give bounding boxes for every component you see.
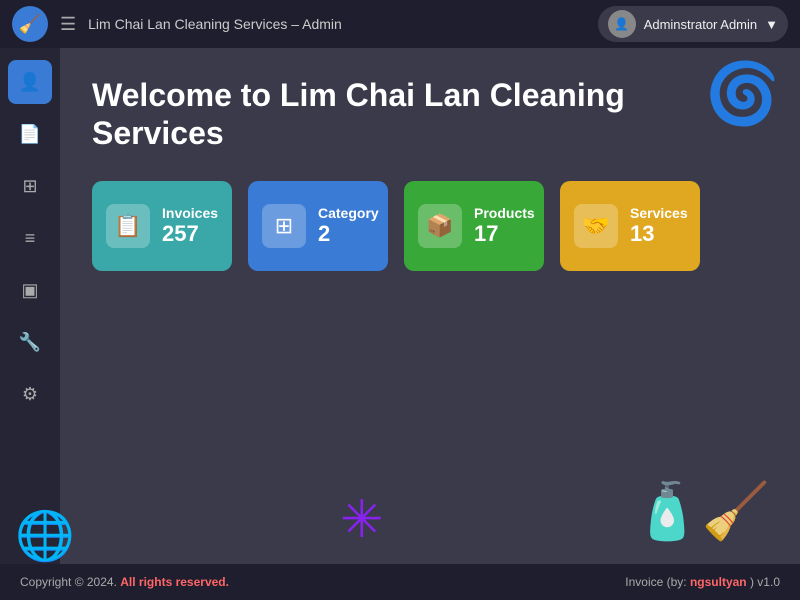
- invoices-label: Invoices: [162, 205, 218, 221]
- user-menu[interactable]: 👤 Adminstrator Admin ▼: [598, 6, 788, 42]
- main-content: 🌀 Welcome to Lim Chai Lan Cleaning Servi…: [60, 48, 800, 564]
- sidebar-item-share[interactable]: ⚙: [8, 372, 52, 416]
- hamburger-button[interactable]: ☰: [60, 14, 76, 35]
- stats-cards: 📋 Invoices 257 ⊞ Category 2 📦 Products 1…: [92, 181, 768, 271]
- sidebar-item-box[interactable]: ▣: [8, 268, 52, 312]
- dropdown-icon: ▼: [765, 17, 778, 32]
- avatar: 👤: [608, 10, 636, 38]
- services-count: 13: [630, 221, 688, 247]
- card-invoices[interactable]: 📋 Invoices 257: [92, 181, 232, 271]
- sidebar-item-grid[interactable]: ⊞: [8, 164, 52, 208]
- footer: Copyright © 2024. All rights reserved. I…: [0, 564, 800, 600]
- box-icon: ▣: [21, 280, 38, 301]
- grid-icon: ⊞: [22, 176, 37, 197]
- documents-icon: 📄: [19, 124, 41, 145]
- share-icon: ⚙: [22, 384, 38, 405]
- navbar: 🧹 ☰ Lim Chai Lan Cleaning Services – Adm…: [0, 0, 800, 48]
- footer-copyright: Copyright © 2024. All rights reserved.: [20, 575, 229, 589]
- card-services[interactable]: 🤝 Services 13: [560, 181, 700, 271]
- services-label: Services: [630, 205, 688, 221]
- sidebar: 👤 📄 ⊞ ≡ ▣ 🔧 ⚙: [0, 48, 60, 564]
- sidebar-item-dashboard[interactable]: 👤: [8, 60, 52, 104]
- sidebar-item-documents[interactable]: 📄: [8, 112, 52, 156]
- deco-spiral: 🌀: [705, 58, 780, 129]
- category-count: 2: [318, 221, 379, 247]
- main-layout: 👤 📄 ⊞ ≡ ▣ 🔧 ⚙ 🌀 Welcome to Lim Chai Lan …: [0, 48, 800, 564]
- card-products[interactable]: 📦 Products 17: [404, 181, 544, 271]
- products-icon: 📦: [418, 204, 462, 248]
- footer-copyright-static: Copyright © 2024.: [20, 575, 117, 589]
- services-icon: 🤝: [574, 204, 618, 248]
- products-label: Products: [474, 205, 535, 221]
- list-icon: ≡: [25, 228, 36, 249]
- invoices-icon: 📋: [106, 204, 150, 248]
- products-count: 17: [474, 221, 535, 247]
- navbar-title: Lim Chai Lan Cleaning Services – Admin: [88, 16, 586, 32]
- footer-author: ngsultyan: [690, 575, 747, 589]
- category-icon: ⊞: [262, 204, 306, 248]
- page-title: Welcome to Lim Chai Lan Cleaning Service…: [92, 76, 632, 153]
- footer-version: Invoice (by: ngsultyan ) v1.0: [625, 575, 780, 589]
- category-label: Category: [318, 205, 379, 221]
- dashboard-icon: 👤: [19, 72, 41, 93]
- deco-cleaning: 🧴🧹: [633, 479, 770, 544]
- footer-invoice-by: Invoice (by:: [625, 575, 690, 589]
- card-category[interactable]: ⊞ Category 2: [248, 181, 388, 271]
- footer-rights: All rights reserved.: [120, 575, 229, 589]
- sidebar-item-list[interactable]: ≡: [8, 216, 52, 260]
- app-logo: 🧹: [12, 6, 48, 42]
- footer-version-num: ) v1.0: [747, 575, 780, 589]
- sidebar-item-tools[interactable]: 🔧: [8, 320, 52, 364]
- user-label: Adminstrator Admin: [644, 17, 757, 32]
- tools-icon: 🔧: [19, 332, 41, 353]
- invoices-count: 257: [162, 221, 218, 247]
